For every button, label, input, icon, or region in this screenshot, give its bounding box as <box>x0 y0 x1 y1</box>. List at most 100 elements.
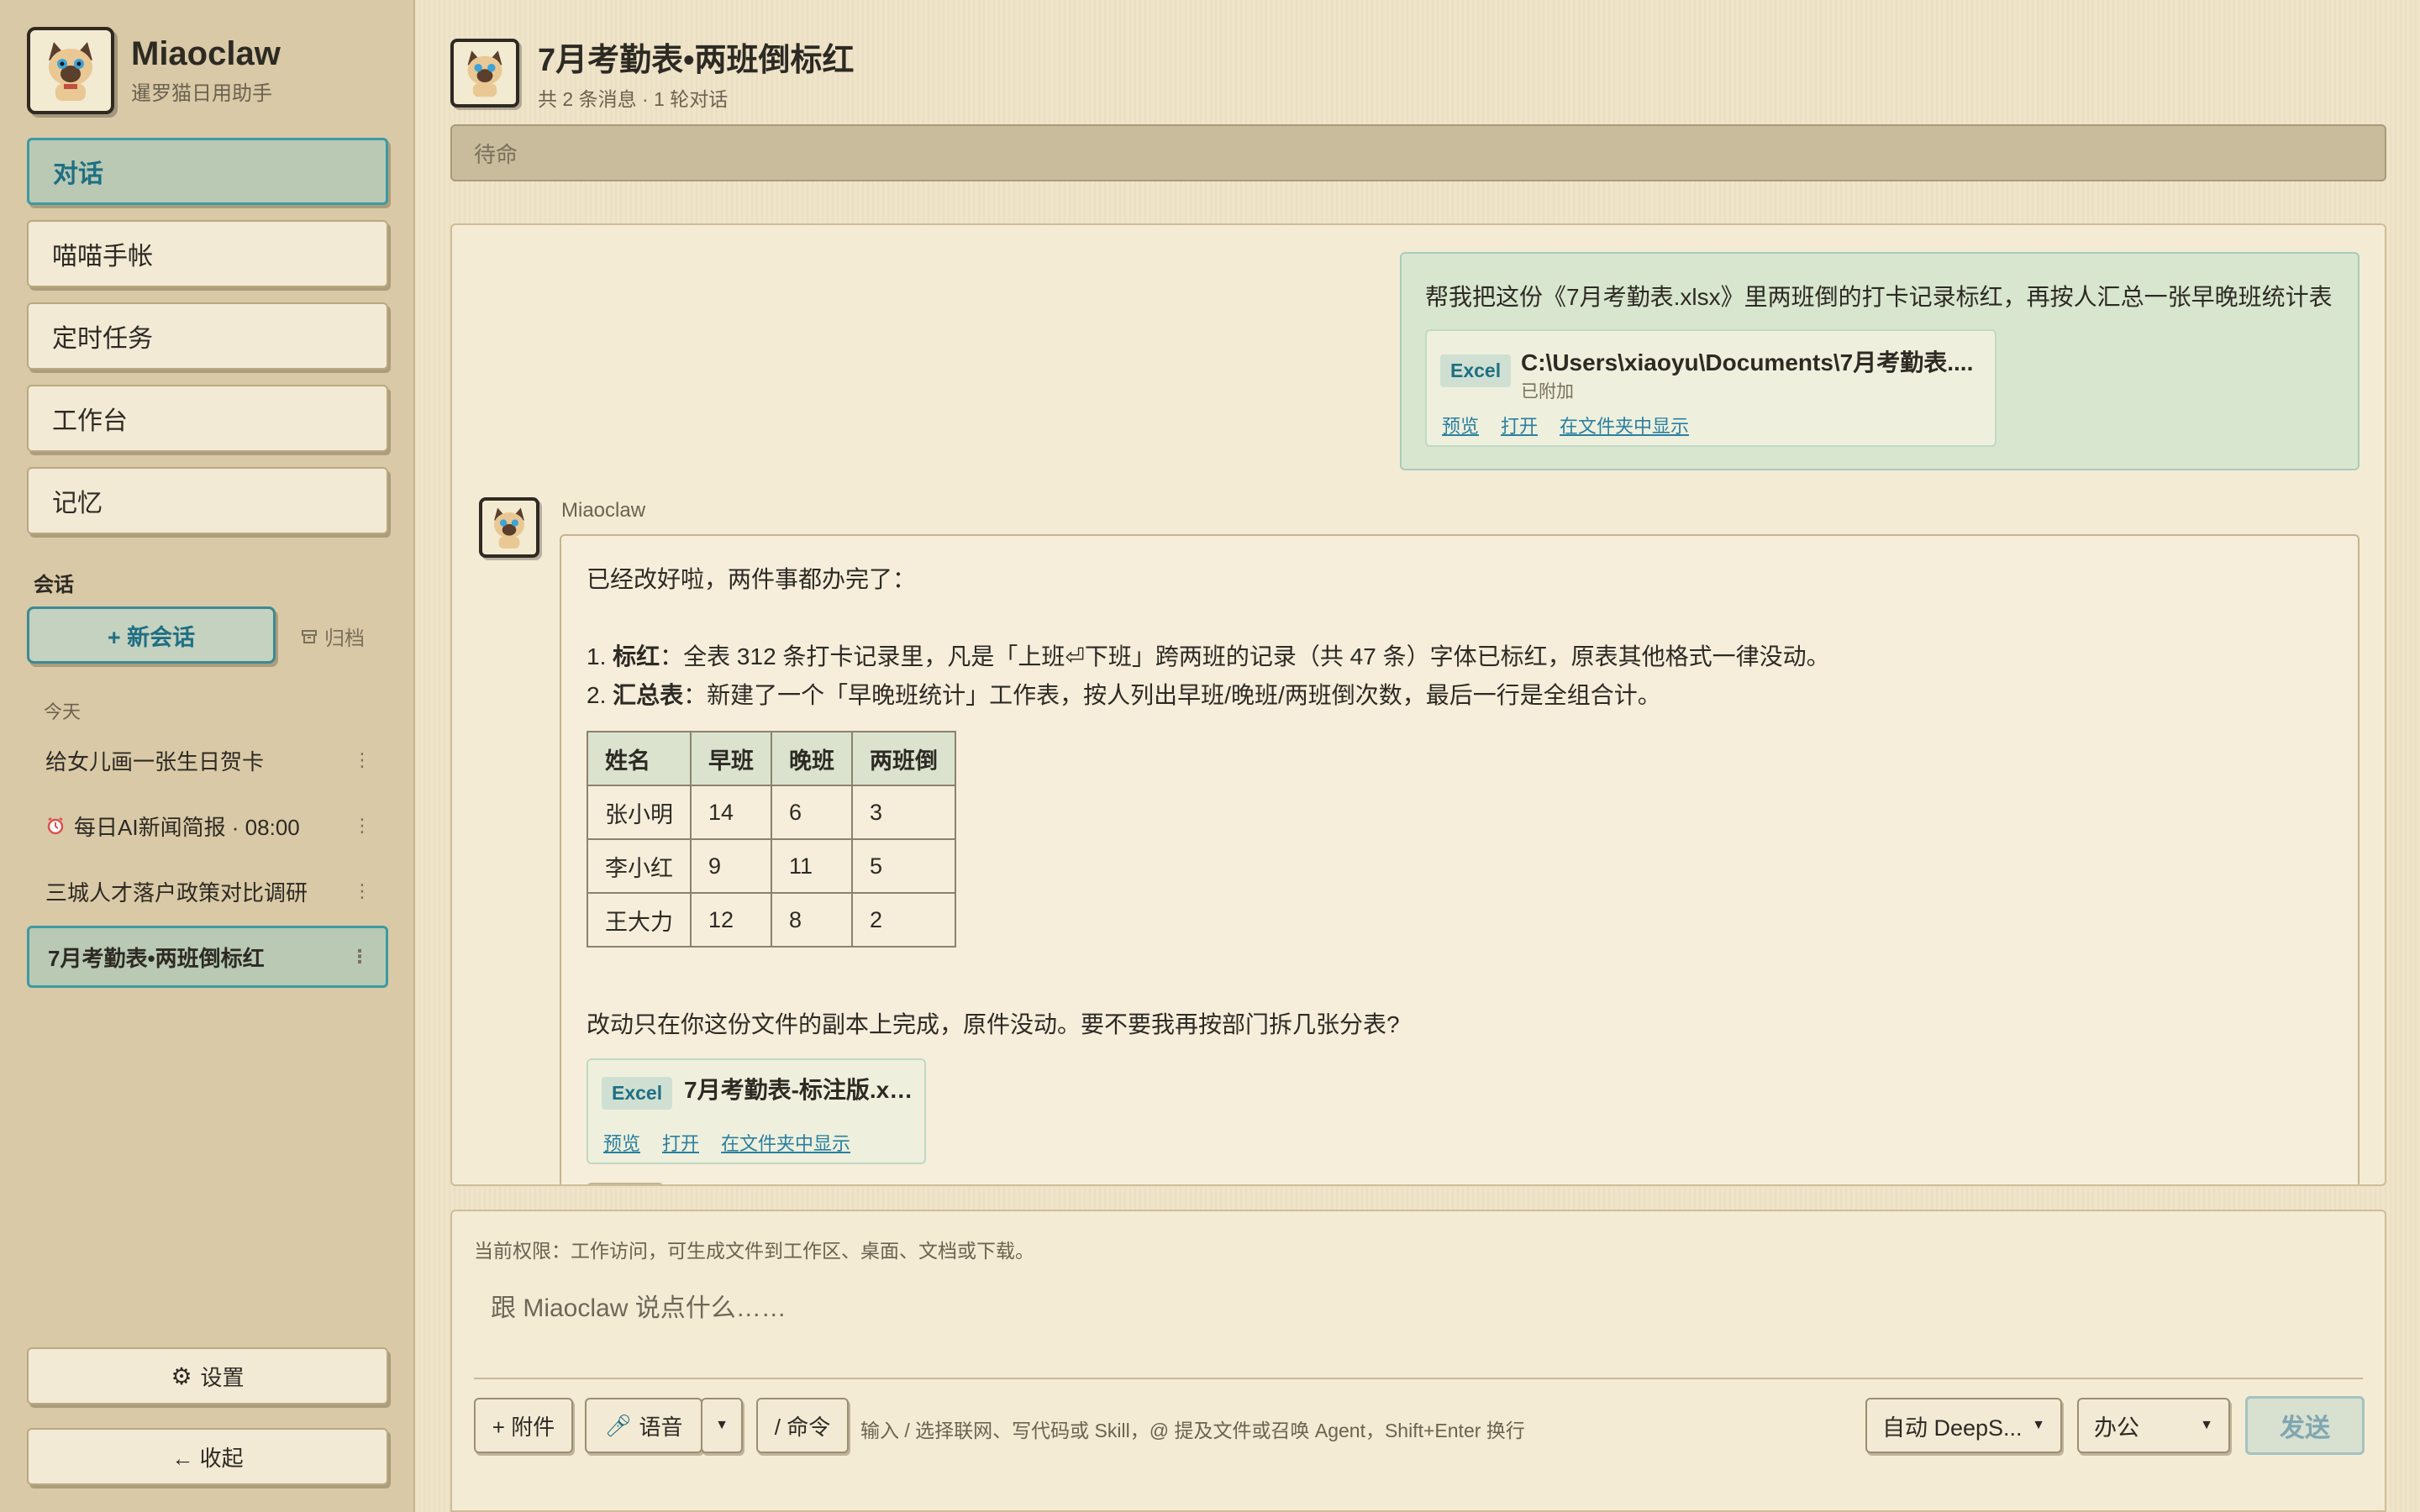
session-item[interactable]: 三城人才落户政策对比调研 ⋮ <box>27 860 388 922</box>
session-title: 三城人才落户政策对比调研 <box>45 879 308 906</box>
status-bar: 待命 <box>450 124 2386 181</box>
more-options-icon[interactable]: ⋮ <box>353 880 371 902</box>
point-2-label: 汇总表 <box>613 682 684 708</box>
point-2-text: ：新建了一个「早晚班统计」工作表，按人列出早班/晚班/两班倒次数，最后一行是全组… <box>683 682 1661 708</box>
voice-label: 语音 <box>639 1414 683 1440</box>
reply-intro: 已经改好啦，两件事都办完了： <box>587 566 917 592</box>
table-row: 张小明 14 6 3 <box>587 785 956 840</box>
app-subtitle: 暹罗猫日用助手 <box>131 82 272 105</box>
user-message-text: 帮我把这份《7月考勤表.xlsx》里两班倒的打卡记录标红，再按人汇总一张早晚班统… <box>1425 284 2333 310</box>
archive-label: 归档 <box>324 627 365 650</box>
table-cell: 张小明 <box>587 785 692 840</box>
nav-item-workspace[interactable]: 工作台 <box>27 385 388 452</box>
archive-button[interactable]: 归档 <box>301 622 365 651</box>
show-in-folder-link[interactable]: 在文件夹中显示 <box>721 1129 850 1156</box>
more-options-icon[interactable]: ⋮ <box>353 815 371 837</box>
reply-point-2: 2. 汇总表：新建了一个「早晚班统计」工作表，按人列出早班/晚班/两班倒次数，最… <box>587 682 1661 708</box>
table-row: 王大力 12 8 2 <box>587 892 956 948</box>
file-path: C:\Users\xiaoyu\Documents\7月考勤表.... <box>1521 349 1974 375</box>
cat-avatar-icon <box>27 27 114 114</box>
more-options-icon[interactable]: ⋮ <box>353 749 371 771</box>
table-cell: 3 <box>851 785 956 840</box>
column-header: 姓名 <box>587 731 692 786</box>
table-cell: 王大力 <box>587 892 692 948</box>
preview-link[interactable]: 预览 <box>1442 412 1479 438</box>
app-title: Miaoclaw <box>131 35 281 72</box>
nav-item-chat[interactable]: 对话 <box>27 138 388 205</box>
assistant-message: 已经改好啦，两件事都办完了： 1. 标红：全表 312 条打卡记录里，凡是「上班… <box>560 534 2360 1184</box>
table-cell: 2 <box>851 892 956 948</box>
preview-link[interactable]: 预览 <box>603 1129 640 1156</box>
column-header: 两班倒 <box>851 731 956 786</box>
table-cell: 李小红 <box>587 838 692 894</box>
main-nav: 对话 喵喵手帐 定时任务 工作台 记忆 <box>27 138 388 549</box>
assistant-name: Miaoclaw <box>561 499 646 522</box>
table-cell: 6 <box>771 785 853 840</box>
new-chat-button[interactable]: + 新会话 <box>27 606 276 664</box>
mode-select[interactable]: 办公 ▼ <box>2077 1398 2230 1453</box>
model-value: 自动 DeepS... <box>1882 1415 2023 1441</box>
today-group-label: 今天 <box>44 701 82 722</box>
cat-avatar-icon <box>479 497 539 558</box>
session-item[interactable]: 给女儿画一张生日贺卡 ⋮ <box>27 729 388 791</box>
alarm-clock-icon <box>47 816 64 835</box>
sessions-heading: 会话 <box>34 574 74 596</box>
file-name: 7月考勤表-标注版.xlsx <box>684 1077 919 1103</box>
chevron-down-icon: ▼ <box>715 1418 729 1432</box>
point-1-text: ：全表 312 条打卡记录里，凡是「上班⏎下班」跨两班的记录（共 47 条）字体… <box>660 643 1830 669</box>
message-input[interactable]: 跟 Miaoclaw 说点什么…… <box>491 1287 786 1324</box>
nav-item-scheduled-tasks[interactable]: 定时任务 <box>27 302 388 370</box>
chat-panel[interactable]: 帮我把这份《7月考勤表.xlsx》里两班倒的打卡记录标红，再按人汇总一张早晚班统… <box>450 223 2386 1186</box>
message-action-button[interactable] <box>587 1183 664 1184</box>
column-header: 早班 <box>690 731 772 786</box>
reply-outro: 改动只在你这份文件的副本上完成，原件没动。要不要我再按部门拆几张分表? <box>587 1011 1400 1037</box>
point-1-label: 标红 <box>613 643 660 669</box>
table-cell: 5 <box>851 838 956 894</box>
settings-label: 设置 <box>200 1364 245 1390</box>
conversation-title: 7月考勤表•两班倒标红 <box>538 43 855 78</box>
gear-icon: ⚙ <box>171 1362 192 1389</box>
microphone-icon: 🎤︎ <box>604 1412 633 1438</box>
open-link[interactable]: 打开 <box>662 1129 699 1156</box>
file-status: 已附加 <box>1521 382 1574 402</box>
conversation-meta: 共 2 条消息 · 1 轮对话 <box>538 88 729 110</box>
session-title: 7月考勤表•两班倒标红 <box>48 945 265 971</box>
attached-file-card: Excel C:\Users\xiaoyu\Documents\7月考勤表...… <box>1425 329 1996 447</box>
chevron-down-icon: ▼ <box>2032 1418 2045 1432</box>
send-button[interactable]: 发送 <box>2245 1396 2365 1455</box>
composer: 当前权限：工作访问，可生成文件到工作区、桌面、文档或下载。 跟 Miaoclaw… <box>450 1210 2386 1512</box>
excel-badge: Excel <box>1440 354 1512 387</box>
collapse-sidebar-button[interactable]: ← 收起 <box>27 1428 388 1485</box>
shift-summary-table: 姓名 早班 晚班 两班倒 张小明 14 6 3 李小红 9 11 5 王大力 1… <box>587 731 956 948</box>
archive-box-icon <box>302 629 317 643</box>
table-row: 李小红 9 11 5 <box>587 838 956 894</box>
settings-button[interactable]: ⚙ 设置 <box>27 1347 388 1404</box>
session-title: 给女儿画一张生日贺卡 <box>45 748 265 774</box>
user-message: 帮我把这份《7月考勤表.xlsx》里两班倒的打卡记录标红，再按人汇总一张早晚班统… <box>1400 252 2360 470</box>
model-select[interactable]: 自动 DeepS... ▼ <box>1865 1398 2062 1453</box>
command-button[interactable]: / 命令 <box>756 1398 849 1453</box>
session-item[interactable]: 每日AI新闻简报 · 08:00 ⋮ <box>27 795 388 857</box>
table-cell: 12 <box>690 892 772 948</box>
permission-notice: 当前权限：工作访问，可生成文件到工作区、桌面、文档或下载。 <box>474 1240 1034 1262</box>
nav-item-memory[interactable]: 记忆 <box>27 467 388 534</box>
voice-options-dropdown[interactable]: ▼ <box>701 1398 743 1453</box>
table-cell: 9 <box>690 838 772 894</box>
session-item-active[interactable]: 7月考勤表•两班倒标红 ⋮ <box>27 926 388 988</box>
file-actions: 预览 打开 在文件夹中显示 <box>603 1129 850 1156</box>
file-actions: 预览 打开 在文件夹中显示 <box>1442 412 1689 438</box>
open-link[interactable]: 打开 <box>1501 412 1538 438</box>
chevron-down-icon: ▼ <box>2200 1418 2213 1432</box>
excel-badge: Excel <box>602 1077 673 1110</box>
nav-item-notebook[interactable]: 喵喵手帐 <box>27 220 388 287</box>
attach-button[interactable]: + 附件 <box>474 1398 573 1453</box>
brand: Miaoclaw 暹罗猫日用助手 <box>27 27 281 114</box>
more-options-icon[interactable]: ⋮ <box>350 946 369 968</box>
reply-point-1: 1. 标红：全表 312 条打卡记录里，凡是「上班⏎下班」跨两班的记录（共 47… <box>587 643 1830 669</box>
session-title: 每日AI新闻简报 · 08:00 <box>74 814 300 840</box>
voice-button[interactable]: 🎤︎ 语音 <box>585 1398 702 1453</box>
input-hint: 输入 / 选择联网、写代码或 Skill，@ 提及文件或召唤 Agent，Shi… <box>860 1420 1525 1441</box>
session-list: 给女儿画一张生日贺卡 ⋮ 每日AI新闻简报 · 08:00 ⋮ 三城人才落户政策… <box>27 729 388 991</box>
show-in-folder-link[interactable]: 在文件夹中显示 <box>1560 412 1689 438</box>
table-cell: 11 <box>771 838 853 894</box>
